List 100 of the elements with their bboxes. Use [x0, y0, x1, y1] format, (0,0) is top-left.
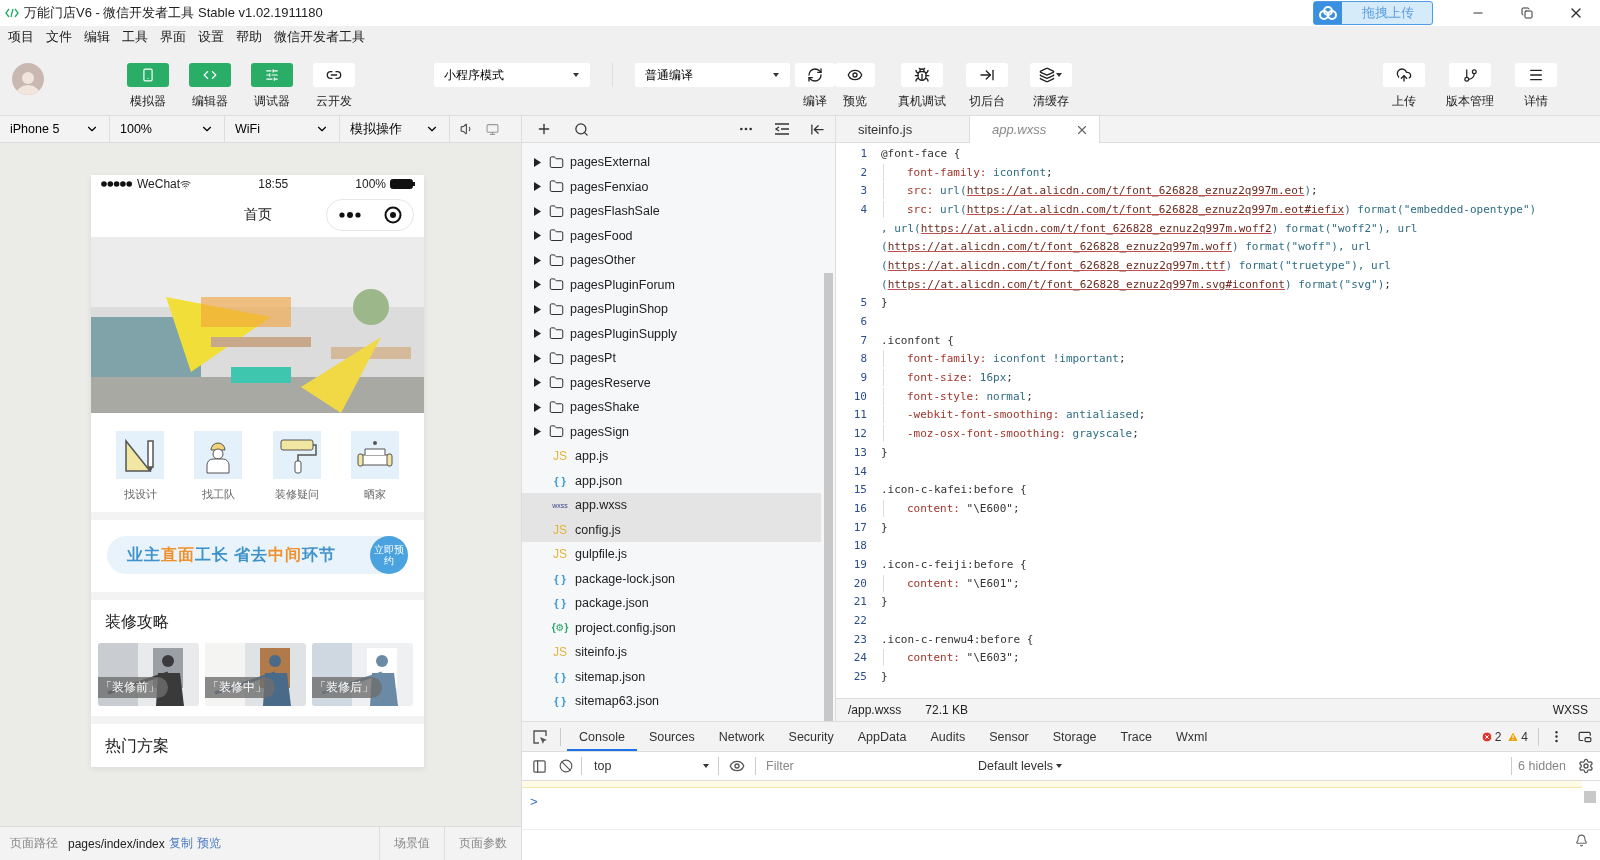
toolbar-button[interactable] [795, 63, 835, 87]
toolbar-button[interactable] [1449, 63, 1491, 87]
menu-item[interactable]: 文件 [40, 28, 78, 46]
toolbar-button[interactable] [901, 63, 943, 87]
devtools-tab[interactable]: Trace [1108, 722, 1165, 751]
file-tree-item[interactable]: JS siteinfo.js [522, 640, 821, 665]
file-tree-item[interactable]: {⚙} project.config.json [522, 615, 821, 640]
devtools-tab[interactable]: AppData [845, 722, 919, 751]
guide-label[interactable]: 「装修前」 [98, 677, 168, 698]
devtools-tab[interactable]: Wxml [1164, 722, 1220, 751]
file-tree-item[interactable]: pagesFenxiao [522, 174, 821, 199]
caret-icon[interactable] [534, 329, 541, 339]
category-label[interactable]: 找设计 [123, 486, 157, 502]
devtools-tab[interactable]: Console [567, 722, 637, 751]
block-icon [559, 759, 573, 773]
devtools-tab[interactable]: Sensor [977, 722, 1041, 751]
file-tree-item[interactable]: pagesExternal [522, 150, 821, 175]
toolbar-button[interactable] [1383, 63, 1425, 87]
file-tree-item[interactable]: { } package.json [522, 591, 821, 616]
line-number: 2 [859, 165, 867, 179]
device-select[interactable]: iPhone 5 [0, 116, 110, 142]
file-tree-item[interactable]: JS gulpfile.js [522, 542, 821, 567]
toggle-button[interactable] [127, 63, 169, 87]
scrollbar[interactable] [1584, 791, 1596, 803]
device-select[interactable]: 100% [110, 116, 225, 142]
toolbar-button[interactable] [835, 63, 875, 87]
caret-icon[interactable] [534, 182, 541, 192]
file-tree-item[interactable]: pagesPluginShop [522, 297, 821, 322]
code-line: font-style: normal; [881, 389, 1033, 403]
device-select[interactable]: 模拟操作 [340, 116, 450, 142]
menu-item[interactable]: 界面 [154, 28, 192, 46]
more-icon[interactable] [338, 212, 361, 219]
caret-icon[interactable] [534, 402, 541, 412]
devtools-tab[interactable]: Audits [918, 722, 978, 751]
mode-select[interactable]: 小程序模式 [434, 63, 590, 87]
menu-item[interactable]: 设置 [192, 28, 230, 46]
caret-icon[interactable] [534, 157, 541, 167]
file-tree-item[interactable]: pagesReserve [522, 370, 821, 395]
file-tree-item[interactable]: pagesPluginForum [522, 272, 821, 297]
file-tree-item[interactable]: pagesFood [522, 223, 821, 248]
error-count[interactable]: 2 [1480, 729, 1502, 744]
bell-icon[interactable] [1575, 833, 1588, 847]
menu-item[interactable]: 工具 [116, 28, 154, 46]
devtools-tab[interactable]: Security [776, 722, 846, 751]
code-line: (https://at.alicdn.com/t/font_626828_eznuz2q997m.svg#iconfont) format("svg"); [881, 277, 1391, 291]
caret-icon[interactable] [534, 427, 541, 437]
file-tree-item[interactable]: { } app.json [522, 468, 821, 493]
caret-icon[interactable] [534, 353, 541, 363]
editor-tab[interactable]: app.wxss [970, 116, 1100, 143]
caret-icon[interactable] [534, 255, 541, 265]
device-select[interactable]: WiFi [225, 116, 340, 142]
file-tree-item[interactable]: pagesFlashSale [522, 199, 821, 224]
caret-icon[interactable] [534, 304, 541, 314]
file-tree-item[interactable]: JS config.js [522, 517, 821, 542]
menu-item[interactable]: 帮助 [230, 28, 268, 46]
category-label[interactable]: 装修疑问 [274, 486, 319, 502]
file-tree-item[interactable]: pagesPluginSupply [522, 321, 821, 346]
context-select[interactable]: top [584, 755, 714, 777]
copy-link[interactable]: 复制 [168, 835, 193, 852]
guide-label[interactable]: 「装修中」 [205, 677, 275, 698]
toggle-button[interactable] [189, 63, 231, 87]
guide-label[interactable]: 「装修后」 [312, 677, 382, 698]
file-tree-item[interactable]: { } sitemap.json [522, 664, 821, 689]
line-number: 15 [852, 483, 867, 497]
toolbar-button[interactable] [1515, 63, 1557, 87]
line-number: 14 [852, 464, 867, 478]
file-tree-item[interactable]: pagesShake [522, 395, 821, 420]
file-tree-item[interactable]: pagesSign [522, 419, 821, 444]
file-tree-item[interactable]: { } package-lock.json [522, 566, 821, 591]
file-tree-item[interactable]: { } sitemap63.json [522, 689, 821, 714]
toolbar-button[interactable] [966, 63, 1008, 87]
toolbar-button[interactable] [1030, 63, 1072, 87]
caret-icon[interactable] [534, 231, 541, 241]
caret-icon[interactable] [534, 378, 541, 388]
devtools-tab[interactable]: Network [706, 722, 777, 751]
devtools-tab[interactable]: Sources [636, 722, 707, 751]
category-label[interactable]: 晒家 [363, 486, 386, 502]
folder-icon [549, 375, 564, 391]
caret-icon[interactable] [534, 206, 541, 216]
close-target-icon[interactable] [383, 206, 402, 225]
category-label[interactable]: 找工队 [201, 486, 235, 502]
toggle-button[interactable] [251, 63, 293, 87]
warning-count[interactable]: 4 [1507, 729, 1528, 744]
compile-select[interactable]: 普通编译 [635, 63, 790, 87]
code-line: } [881, 595, 888, 609]
caret-icon[interactable] [534, 280, 541, 290]
file-tree-item[interactable]: JS app.js [522, 444, 821, 469]
levels-select[interactable]: Default levels [972, 758, 1070, 774]
devtools-tab[interactable]: Storage [1040, 722, 1109, 751]
file-tree-item[interactable]: pagesOther [522, 248, 821, 273]
caret-icon [772, 71, 780, 79]
menu-item[interactable]: 编辑 [78, 28, 116, 46]
toolbar-label: 清缓存 [1033, 93, 1069, 110]
toggle-button[interactable] [313, 63, 355, 87]
file-tree-item[interactable]: pagesPt [522, 346, 821, 371]
menu-item[interactable]: 微信开发者工具 [268, 28, 371, 46]
folder-icon [549, 399, 564, 415]
preview-link[interactable]: 预览 [196, 835, 221, 852]
menu-item[interactable]: 项目 [2, 28, 40, 46]
scrollbar[interactable] [824, 273, 833, 721]
